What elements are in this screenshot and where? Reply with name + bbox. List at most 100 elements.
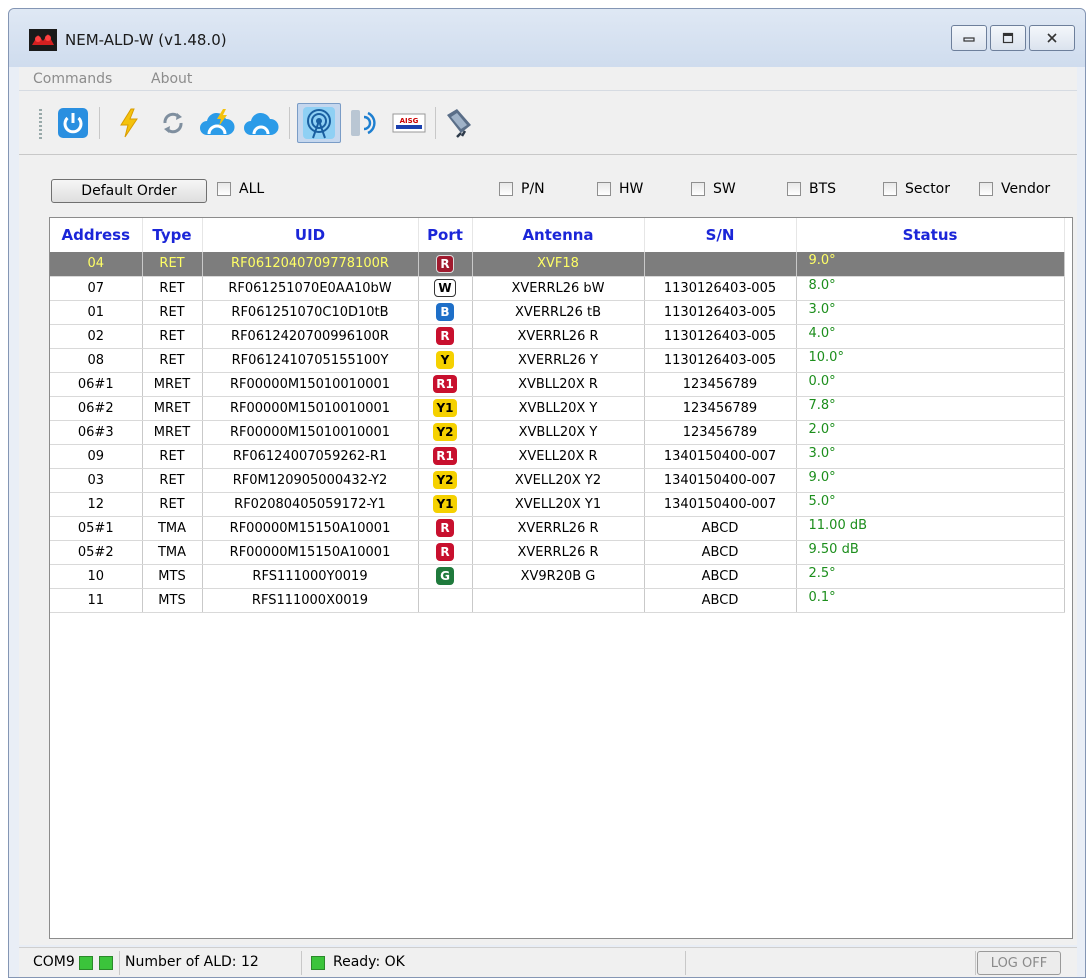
- cloud-button[interactable]: [243, 105, 279, 141]
- filter-all-checkbox[interactable]: ALL: [217, 181, 264, 197]
- table-row[interactable]: 03 RET RF0M120905000432-Y2 Y2 XVELL20X Y2 134…: [50, 468, 1065, 493]
- table-row[interactable]: 01 RET RF061251070C10D10tB B XVERRL26 tB 1130…: [50, 300, 1065, 325]
- menu-commands[interactable]: Commands: [33, 71, 112, 87]
- cell-type: MRET: [142, 396, 203, 421]
- table-row[interactable]: 12 RET RF02080405059172-Y1 Y1 XVELL20X Y1 134…: [50, 492, 1065, 517]
- col-uid-header[interactable]: UID: [202, 218, 419, 252]
- minimize-button[interactable]: [951, 25, 987, 51]
- default-order-button[interactable]: Default Order: [51, 179, 207, 203]
- cell-status: 0.1°: [796, 588, 1065, 613]
- cell-status: 9.0°: [796, 252, 1065, 277]
- connector-button[interactable]: [441, 105, 477, 141]
- cell-port: [418, 588, 473, 613]
- filter-vendor-checkbox[interactable]: Vendor: [979, 181, 1050, 197]
- toolbar-grip[interactable]: [39, 109, 42, 141]
- table-row[interactable]: 11 MTS RFS111000X0019 ABCD 0.1°: [50, 588, 1065, 613]
- cell-antenna: XVF18: [472, 252, 645, 277]
- cell-type: MTS: [142, 564, 203, 589]
- scan-button[interactable]: [111, 105, 147, 141]
- cell-port: Y1: [418, 396, 473, 421]
- table-row[interactable]: 08 RET RF0612410705155100Y Y XVERRL26 Y 11301…: [50, 348, 1065, 373]
- col-port-header[interactable]: Port: [418, 218, 473, 252]
- table-body: 04 RET RF0612040709778100R R XVF18 9.0° 07 RET R…: [50, 252, 1065, 613]
- cell-address: 03: [50, 468, 143, 493]
- cell-sn: 1340150400-007: [644, 492, 797, 517]
- col-antenna-header[interactable]: Antenna: [472, 218, 645, 252]
- refresh-button[interactable]: [155, 105, 191, 141]
- cell-antenna: XVBLL20X Y: [472, 420, 645, 445]
- cloud-scan-button[interactable]: [199, 105, 235, 141]
- cell-sn: 1130126403-005: [644, 276, 797, 301]
- table-row[interactable]: 07 RET RF061251070E0AA10bW W XVERRL26 bW 1130…: [50, 276, 1065, 301]
- table-row[interactable]: 02 RET RF0612420700996100R R XVERRL26 R 11301…: [50, 324, 1065, 349]
- cell-uid: RF00000M15010010001: [202, 420, 419, 445]
- table-row[interactable]: 04 RET RF0612040709778100R R XVF18 9.0°: [50, 252, 1065, 277]
- table-row[interactable]: 06#3 MRET RF00000M15010010001 Y2 XVBLL20X Y1…: [50, 420, 1065, 445]
- cell-uid: RF0612420700996100R: [202, 324, 419, 349]
- aisg-button[interactable]: AISG: [391, 105, 427, 141]
- checkbox-box[interactable]: [597, 182, 611, 196]
- checkbox-label: Sector: [905, 181, 951, 197]
- checkbox-box[interactable]: [217, 182, 231, 196]
- menu-about[interactable]: About: [151, 71, 192, 87]
- toolbar: AISG: [19, 91, 1077, 155]
- filter-bts-checkbox[interactable]: BTS: [787, 181, 836, 197]
- checkbox-box[interactable]: [979, 182, 993, 196]
- cell-antenna: [472, 588, 645, 613]
- cell-port: R1: [418, 444, 473, 469]
- lightning-icon: [120, 108, 138, 138]
- table-row[interactable]: 09 RET RF06124007059262-R1 R1 XVELL20X R 1340…: [50, 444, 1065, 469]
- port-badge: Y: [436, 351, 454, 369]
- connect-button[interactable]: [55, 105, 91, 141]
- cell-status: 9.0°: [796, 468, 1065, 493]
- signal-button[interactable]: [345, 105, 381, 141]
- cell-type: TMA: [142, 516, 203, 541]
- svg-text:AISG: AISG: [400, 117, 419, 125]
- cell-address: 02: [50, 324, 143, 349]
- port-badge: R: [436, 254, 454, 273]
- col-status-header[interactable]: Status: [796, 218, 1065, 252]
- cell-type: MRET: [142, 420, 203, 445]
- maximize-icon: [1002, 32, 1014, 44]
- col-type-header[interactable]: Type: [142, 218, 203, 252]
- cell-port: R: [418, 324, 473, 349]
- cell-sn: 123456789: [644, 420, 797, 445]
- close-button[interactable]: [1029, 25, 1075, 51]
- refresh-icon: [163, 112, 183, 134]
- table-row[interactable]: 05#1 TMA RF00000M15150A10001 R XVERRL26 R ABC…: [50, 516, 1065, 541]
- cell-port: B: [418, 300, 473, 325]
- checkbox-box[interactable]: [883, 182, 897, 196]
- table-row[interactable]: 06#1 MRET RF00000M15010010001 R1 XVBLL20X R1…: [50, 372, 1065, 397]
- app-logo-icon: [29, 29, 57, 51]
- filter-sw-checkbox[interactable]: SW: [691, 181, 736, 197]
- table-row[interactable]: 10 MTS RFS111000Y0019 G XV9R20B G ABCD 2.5°: [50, 564, 1065, 589]
- checkbox-box[interactable]: [499, 182, 513, 196]
- maximize-button[interactable]: [990, 25, 1026, 51]
- table-row[interactable]: 05#2 TMA RF00000M15150A10001 R XVERRL26 R ABC…: [50, 540, 1065, 565]
- cell-port: Y2: [418, 420, 473, 445]
- cell-antenna: XVERRL26 bW: [472, 276, 645, 301]
- filter-pn-checkbox[interactable]: P/N: [499, 181, 545, 197]
- cell-port: Y1: [418, 492, 473, 517]
- tx-led-icon: [79, 956, 93, 970]
- col-address-header[interactable]: Address: [50, 218, 143, 252]
- checkbox-box[interactable]: [691, 182, 705, 196]
- cell-antenna: XVERRL26 R: [472, 516, 645, 541]
- ald-table[interactable]: Address Type UID Port Antenna S/N Status…: [49, 217, 1073, 939]
- log-off-button[interactable]: LOG OFF: [977, 951, 1061, 975]
- cell-address: 06#1: [50, 372, 143, 397]
- antenna-button[interactable]: [297, 103, 341, 143]
- cell-antenna: XVERRL26 tB: [472, 300, 645, 325]
- antenna-icon: [303, 107, 335, 139]
- title-bar[interactable]: NEM-ALD-W (v1.48.0): [9, 9, 1085, 67]
- cell-sn: 1340150400-007: [644, 468, 797, 493]
- checkbox-box[interactable]: [787, 182, 801, 196]
- cell-status: 11.00 dB: [796, 516, 1065, 541]
- col-sn-header[interactable]: S/N: [644, 218, 797, 252]
- cell-port: W: [418, 276, 473, 301]
- port-badge: Y2: [433, 471, 457, 489]
- filter-hw-checkbox[interactable]: HW: [597, 181, 643, 197]
- table-row[interactable]: 06#2 MRET RF00000M15010010001 Y1 XVBLL20X Y1…: [50, 396, 1065, 421]
- filter-sector-checkbox[interactable]: Sector: [883, 181, 950, 197]
- cell-type: RET: [142, 468, 203, 493]
